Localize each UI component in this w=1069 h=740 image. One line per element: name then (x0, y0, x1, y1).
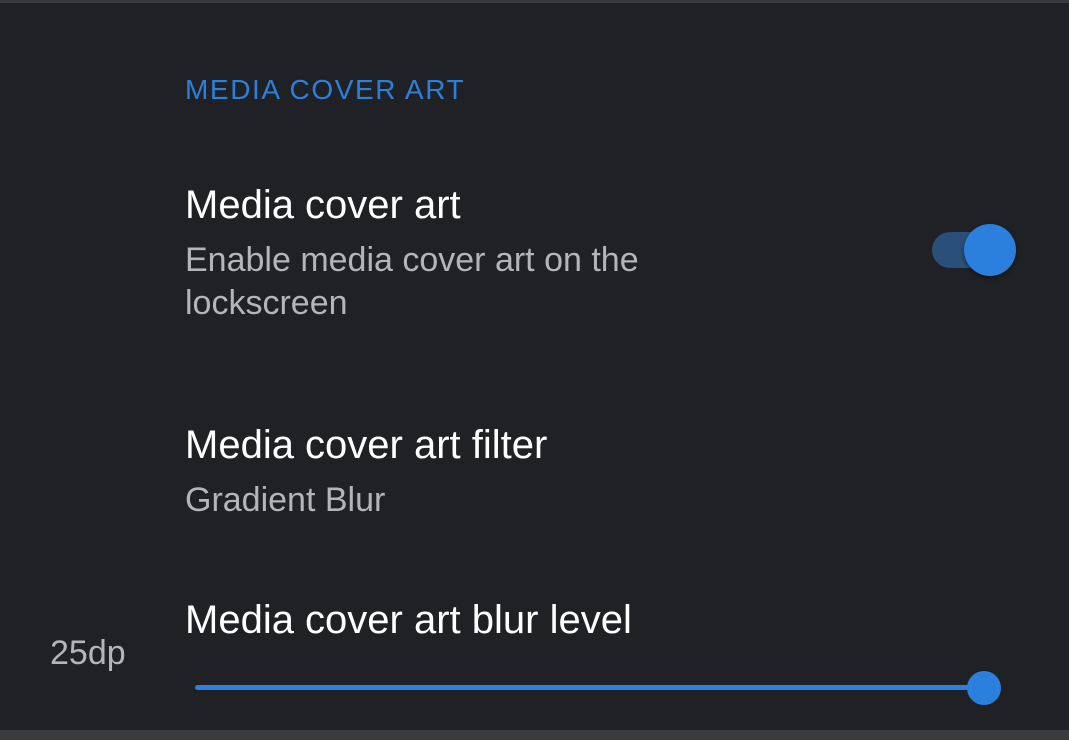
slider-value-label: 25dp (50, 634, 126, 672)
media-cover-art-preference[interactable]: Media cover art Enable media cover art o… (0, 153, 1069, 353)
media-cover-art-toggle[interactable] (930, 223, 1018, 277)
toggle-thumb[interactable] (964, 224, 1016, 276)
slider-thumb[interactable] (967, 671, 1001, 705)
preference-summary: Gradient Blur (185, 481, 386, 519)
preference-title: Media cover art (185, 183, 461, 227)
preference-title: Media cover art blur level (185, 598, 632, 642)
settings-panel: MEDIA COVER ART Media cover art Enable m… (0, 3, 1069, 730)
slider-fill (195, 685, 984, 690)
blur-level-slider[interactable] (195, 671, 1001, 705)
media-cover-art-blur-level-preference: Media cover art blur level 25dp (0, 573, 1069, 730)
media-cover-art-filter-preference[interactable]: Media cover art filter Gradient Blur (0, 393, 1069, 543)
preference-title: Media cover art filter (185, 423, 548, 467)
preference-summary: Enable media cover art on the lockscreen (185, 241, 639, 322)
section-header: MEDIA COVER ART (185, 74, 466, 105)
